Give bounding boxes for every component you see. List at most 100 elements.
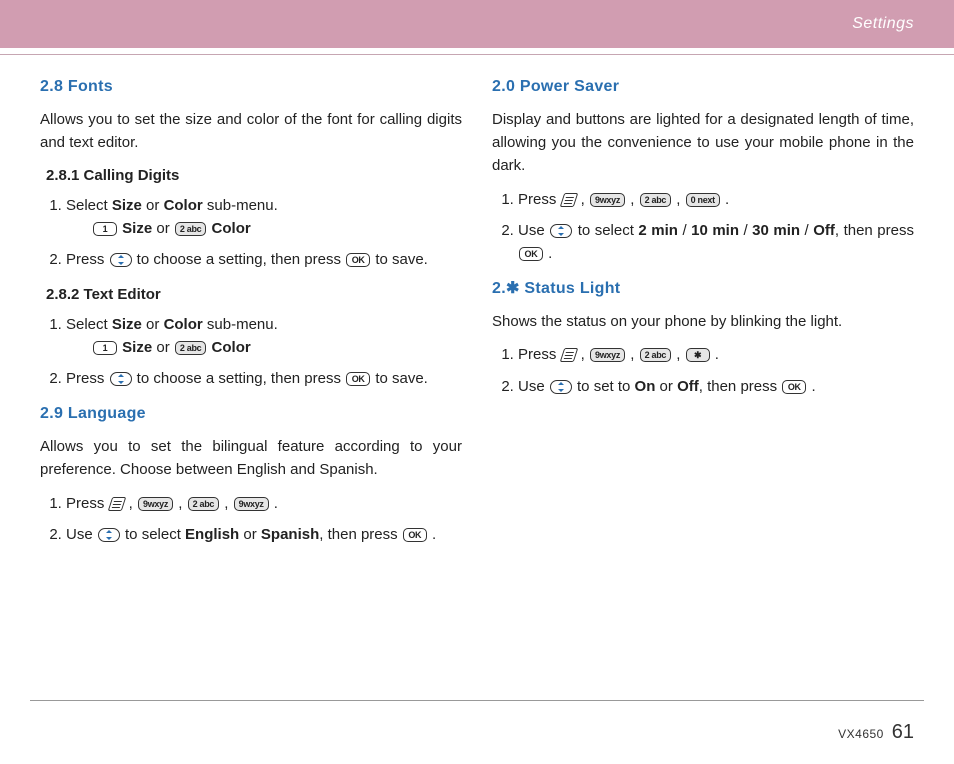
text: to save. (371, 370, 428, 387)
text: , (577, 346, 590, 363)
text: to select (121, 526, 185, 543)
menu-key-icon (559, 348, 578, 362)
text: . (711, 346, 719, 363)
key-9-icon: 9wxyz (590, 193, 625, 207)
ok-key-icon: OK (519, 247, 543, 261)
bold-off: Off (813, 222, 835, 239)
bold-size: Size (112, 316, 142, 333)
text: Select (66, 316, 112, 333)
text: Use (518, 222, 549, 239)
bold-color: Color (164, 197, 203, 214)
text: or (239, 526, 261, 543)
step-2-0-2: Use to select 2 min / 10 min / 30 min / … (518, 219, 914, 266)
bold-30min: 30 min (752, 222, 800, 239)
ok-key-icon: OK (346, 253, 370, 267)
opt-size: Size (118, 220, 156, 237)
text: , (174, 495, 187, 512)
text: . (270, 495, 278, 512)
bold-color: Color (164, 316, 203, 333)
text: Press (518, 346, 561, 363)
key-9-icon: 9wxyz (234, 497, 269, 511)
text: , (626, 346, 639, 363)
section-2-star-intro: Shows the status on your phone by blinki… (492, 310, 914, 333)
text: to set to (573, 378, 635, 395)
step-2-star-1: Press , 9wxyz , 2 abc , ✱ . (518, 343, 914, 366)
bold-off: Off (677, 378, 699, 395)
text: , then press (835, 222, 914, 239)
key-2-icon: 2 abc (188, 497, 220, 511)
left-column: 2.8 Fonts Allows you to set the size and… (40, 75, 462, 558)
text: or (655, 378, 677, 395)
text: . (544, 245, 552, 262)
opt-color: Color (207, 339, 250, 356)
text: . (807, 378, 815, 395)
text: / (800, 222, 813, 239)
text: , (672, 346, 685, 363)
text: Select (66, 197, 112, 214)
text: , then press (319, 526, 402, 543)
header-band: Settings (0, 0, 954, 48)
section-2-star-steps: Press , 9wxyz , 2 abc , ✱ . Use to set t… (492, 343, 914, 398)
footer-page: 61 (892, 721, 914, 743)
section-2-8-1-title: 2.8.1 Calling Digits (46, 164, 462, 187)
text: , (626, 191, 639, 208)
opt-size: Size (118, 339, 156, 356)
right-column: 2.0 Power Saver Display and buttons are … (492, 75, 914, 558)
step-2-8-1-1: Select Size or Color sub-menu. 1 Size or… (66, 194, 462, 241)
key-2-icon: 2 abc (640, 193, 672, 207)
footer: VX4650 61 (838, 721, 914, 744)
text: Press (66, 251, 109, 268)
header-title: Settings (852, 15, 914, 33)
text: . (721, 191, 729, 208)
opt-color: Color (207, 220, 250, 237)
menu-key-icon (559, 193, 578, 207)
text: Press (518, 191, 561, 208)
footer-rule (30, 700, 924, 701)
step-2-0-1: Press , 9wxyz , 2 abc , 0 next . (518, 188, 914, 211)
text: to select (573, 222, 638, 239)
key-star-icon: ✱ (686, 348, 710, 362)
key-9-icon: 9wxyz (138, 497, 173, 511)
section-2-star-title: 2.✱ Status Light (492, 277, 914, 302)
text: Press (66, 495, 109, 512)
bold-english: English (185, 526, 239, 543)
bold-spanish: Spanish (261, 526, 319, 543)
section-2-8-title: 2.8 Fonts (40, 75, 462, 100)
bold-2min: 2 min (638, 222, 678, 239)
text: , (220, 495, 233, 512)
text: Use (66, 526, 97, 543)
nav-key-icon (110, 253, 132, 267)
text: Use (518, 378, 549, 395)
text: / (739, 222, 752, 239)
step-2-9-2: Use to select English or Spanish, then p… (66, 523, 462, 546)
section-2-0-title: 2.0 Power Saver (492, 75, 914, 100)
text: . (428, 526, 436, 543)
key-2-icon: 2 abc (175, 341, 207, 355)
step-2-9-1: Press , 9wxyz , 2 abc , 9wxyz . (66, 492, 462, 515)
nav-key-icon (98, 528, 120, 542)
text: sub-menu. (203, 197, 278, 214)
text: , (125, 495, 138, 512)
text: or (142, 316, 164, 333)
ok-key-icon: OK (782, 380, 806, 394)
text: / (678, 222, 691, 239)
nav-key-icon (550, 224, 572, 238)
step-2-8-1-2: Press to choose a setting, then press OK… (66, 248, 462, 271)
text: , (672, 191, 685, 208)
page-body: 2.8 Fonts Allows you to set the size and… (0, 55, 954, 558)
section-2-8-2-steps: Select Size or Color sub-menu. 1 Size or… (40, 313, 462, 391)
text: Press (66, 370, 109, 387)
key-1-icon: 1 (93, 222, 117, 236)
nav-key-icon (550, 380, 572, 394)
step-2-8-2-2: Press to choose a setting, then press OK… (66, 367, 462, 390)
option-row: 1 Size or 2 abc Color (66, 217, 462, 240)
text: to choose a setting, then press (133, 251, 346, 268)
section-2-9-title: 2.9 Language (40, 402, 462, 427)
key-2-icon: 2 abc (640, 348, 672, 362)
section-2-0-steps: Press , 9wxyz , 2 abc , 0 next . Use to … (492, 188, 914, 266)
section-2-0-intro: Display and buttons are lighted for a de… (492, 108, 914, 178)
bold-10min: 10 min (691, 222, 739, 239)
key-2-icon: 2 abc (175, 222, 207, 236)
option-row: 1 Size or 2 abc Color (66, 336, 462, 359)
text: or (142, 197, 164, 214)
